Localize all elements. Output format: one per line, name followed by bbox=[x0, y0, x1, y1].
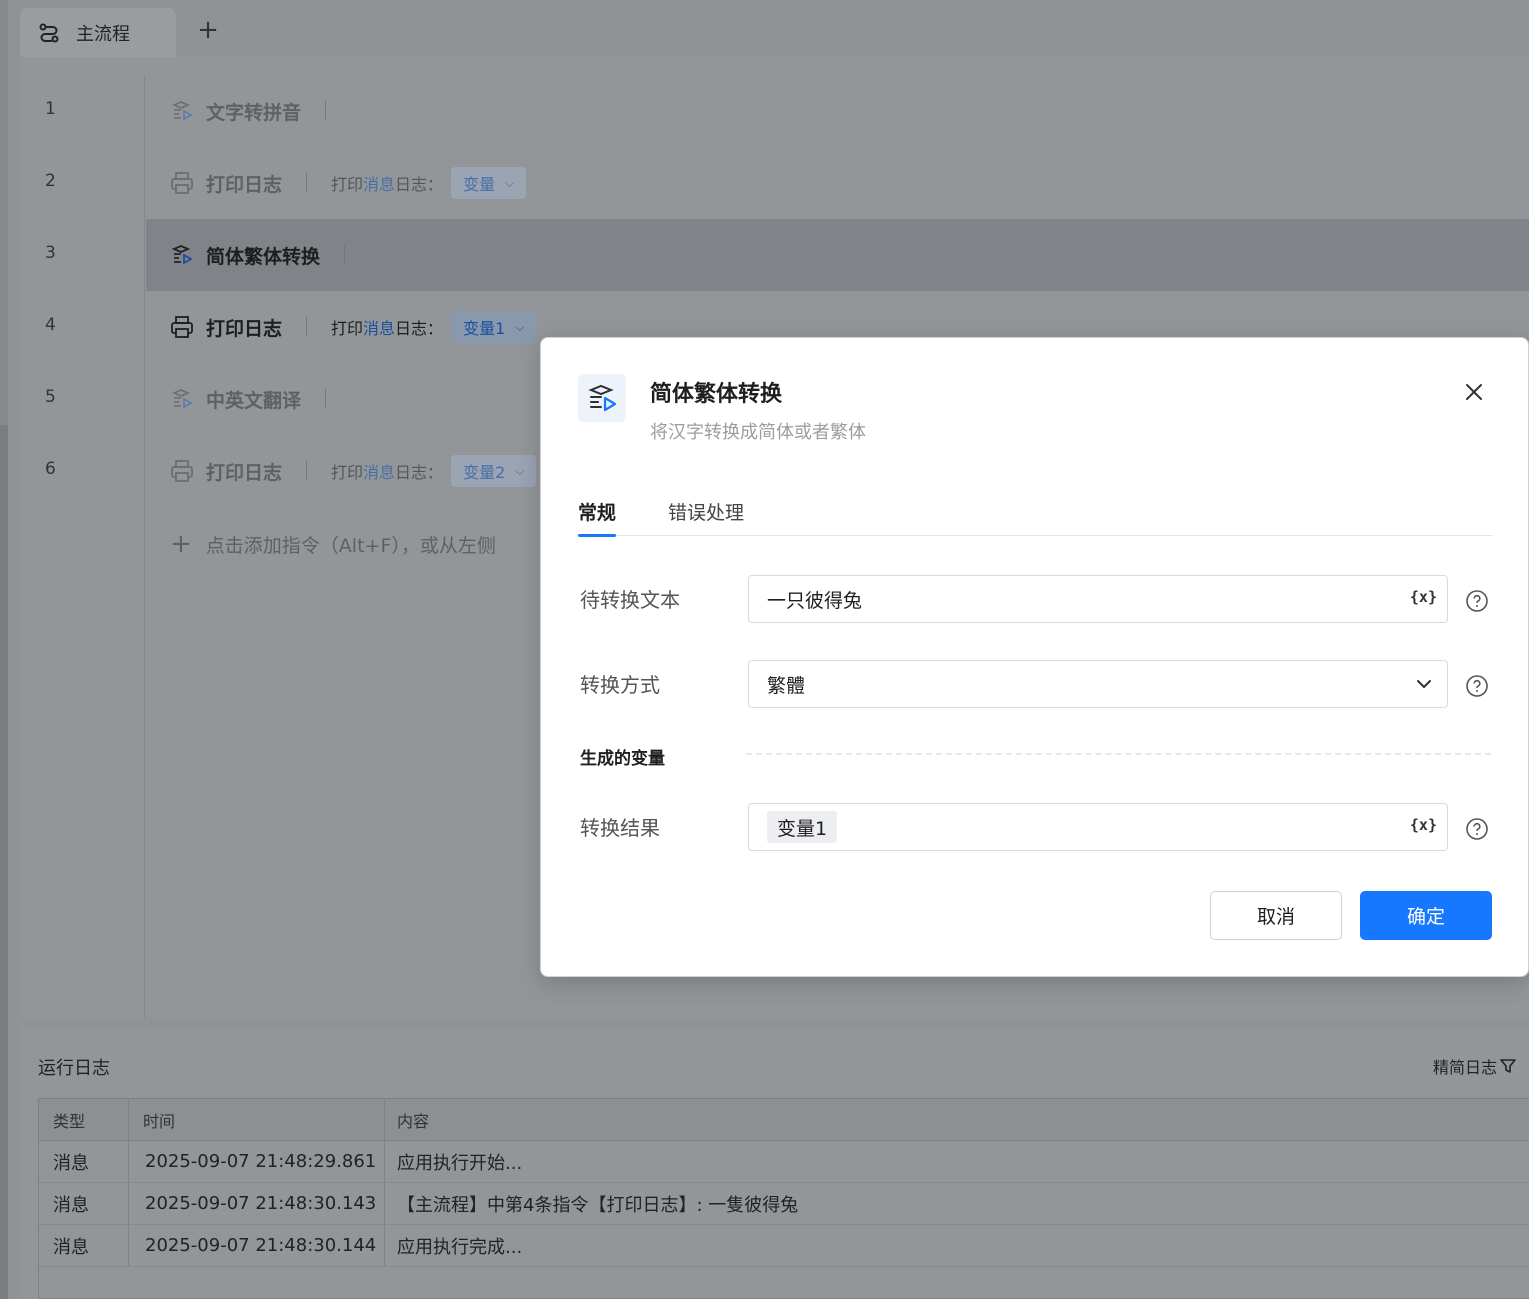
help-icon[interactable] bbox=[1465, 674, 1489, 698]
tab-bar: 主流程 + bbox=[8, 0, 1529, 58]
left-panel-edge bbox=[0, 0, 8, 1299]
command-row[interactable]: 文字转拼音 bbox=[146, 75, 1529, 147]
help-icon[interactable] bbox=[1465, 817, 1489, 841]
help-icon[interactable] bbox=[1465, 589, 1489, 613]
separator bbox=[325, 101, 327, 121]
log-type: 消息 bbox=[39, 1183, 129, 1224]
tab-label: 主流程 bbox=[76, 24, 130, 45]
log-time: 2025-09-07 21:48:29.861 bbox=[129, 1141, 385, 1182]
scrollbar-thumb[interactable] bbox=[0, 425, 8, 1299]
param-label: 打印 消息 日志： bbox=[331, 175, 444, 194]
tab-error-handling[interactable]: 错误处理 bbox=[668, 498, 744, 536]
dialog-title: 简体繁体转换 bbox=[650, 382, 783, 407]
col-time: 时间 bbox=[129, 1099, 385, 1140]
log-type: 消息 bbox=[39, 1141, 129, 1182]
variable-insert-button[interactable]: {x} bbox=[1410, 816, 1437, 834]
chevron-down-icon: ⌵ bbox=[515, 463, 525, 478]
add-command-hint[interactable]: + 点击添加指令（Alt+F），或从左侧 bbox=[170, 529, 496, 559]
close-icon[interactable] bbox=[1462, 380, 1486, 404]
table-row[interactable]: 消息 2025-09-07 21:48:29.861 应用执行开始... bbox=[39, 1141, 1529, 1183]
convert-icon bbox=[578, 374, 626, 422]
variable-insert-button[interactable]: {x} bbox=[1410, 588, 1437, 606]
generated-variables-heading: 生成的变量 bbox=[580, 749, 665, 769]
log-filter-label: 精简日志 bbox=[1432, 1058, 1497, 1077]
convert-icon bbox=[170, 99, 194, 123]
command-name: 中英文翻译 bbox=[206, 389, 302, 412]
simplified-log-toggle[interactable]: 精简日志 bbox=[1433, 1054, 1517, 1078]
convert-dialog: 简体繁体转换 将汉字转换成简体或者繁体 常规 错误处理 待转换文本 一只彼得兔 … bbox=[540, 337, 1529, 977]
log-table-header: 类型 时间 内容 bbox=[39, 1099, 1529, 1141]
convert-mode-label: 转换方式 bbox=[580, 673, 660, 697]
convert-mode-select[interactable]: 繁體 bbox=[748, 660, 1448, 708]
log-table: 类型 时间 内容 消息 2025-09-07 21:48:29.861 应用执行… bbox=[38, 1098, 1529, 1299]
command-name: 打印日志 bbox=[206, 173, 283, 196]
separator bbox=[306, 461, 308, 481]
separator bbox=[344, 245, 346, 265]
dialog-tabs: 常规 错误处理 bbox=[578, 498, 1493, 537]
line-number: 3 bbox=[45, 243, 56, 263]
command-row-selected[interactable]: 简体繁体转换 bbox=[146, 219, 1529, 291]
variable-chip[interactable]: 变量 ⌵ bbox=[451, 167, 527, 199]
variable-chip[interactable]: 变量1 ⌵ bbox=[451, 311, 537, 343]
variable-chip[interactable]: 变量2 ⌵ bbox=[451, 455, 537, 487]
source-text-label: 待转换文本 bbox=[580, 588, 680, 612]
command-name: 打印日志 bbox=[206, 461, 283, 484]
line-number: 6 bbox=[45, 459, 56, 479]
confirm-button[interactable]: 确定 bbox=[1360, 891, 1492, 940]
command-row[interactable]: 打印日志 打印 消息 日志： 变量 ⌵ bbox=[146, 147, 1529, 219]
log-type: 消息 bbox=[39, 1225, 129, 1266]
log-content: 应用执行开始... bbox=[397, 1152, 523, 1174]
printer-icon bbox=[170, 315, 194, 339]
separator bbox=[325, 389, 327, 409]
col-type: 类型 bbox=[39, 1099, 129, 1140]
result-variable-input[interactable]: 变量1 {x} bbox=[748, 803, 1448, 851]
line-number: 1 bbox=[45, 99, 56, 119]
flow-icon bbox=[39, 23, 59, 43]
variable-chip[interactable]: 变量1 bbox=[767, 811, 838, 843]
command-name: 文字转拼音 bbox=[206, 101, 302, 124]
col-content: 内容 bbox=[397, 1111, 430, 1131]
cancel-button[interactable]: 取消 bbox=[1210, 891, 1342, 940]
line-number: 5 bbox=[45, 387, 56, 407]
log-content: 【主流程】中第4条指令【打印日志】: 一隻彼得兔 bbox=[397, 1194, 799, 1216]
add-command-text: 点击添加指令（Alt+F），或从左侧 bbox=[205, 534, 496, 557]
plus-icon: + bbox=[170, 529, 192, 559]
convert-icon bbox=[170, 387, 194, 411]
dialog-subtitle: 将汉字转换成简体或者繁体 bbox=[650, 422, 866, 443]
add-tab-button[interactable]: + bbox=[194, 16, 222, 44]
tab-main-flow[interactable]: 主流程 bbox=[20, 8, 176, 58]
line-number: 2 bbox=[45, 171, 56, 191]
source-text-value: 一只彼得兔 bbox=[767, 589, 863, 612]
tab-general[interactable]: 常规 bbox=[578, 498, 617, 537]
result-label: 转换结果 bbox=[580, 816, 660, 840]
table-row[interactable]: 消息 2025-09-07 21:48:30.143 【主流程】中第4条指令【打… bbox=[39, 1183, 1529, 1225]
chevron-down-icon: ⌵ bbox=[505, 175, 515, 190]
separator bbox=[306, 317, 308, 337]
line-gutter bbox=[20, 75, 145, 1018]
printer-icon bbox=[170, 459, 194, 483]
run-log-panel: 运行日志 精简日志 类型 时间 内容 消息 2025-09-07 21:48:2… bbox=[20, 1028, 1529, 1299]
param-label: 打印 消息 日志： bbox=[331, 463, 444, 482]
convert-mode-value: 繁體 bbox=[767, 674, 806, 697]
convert-icon bbox=[170, 243, 194, 267]
log-time: 2025-09-07 21:48:30.143 bbox=[129, 1183, 385, 1224]
log-time: 2025-09-07 21:48:30.144 bbox=[129, 1225, 385, 1266]
log-title: 运行日志 bbox=[38, 1058, 110, 1079]
log-content: 应用执行完成... bbox=[397, 1236, 523, 1258]
chevron-down-icon: ⌵ bbox=[515, 319, 525, 334]
source-text-input[interactable]: 一只彼得兔 {x} bbox=[748, 575, 1448, 623]
filter-icon bbox=[1500, 1059, 1516, 1073]
separator bbox=[306, 173, 308, 193]
divider bbox=[746, 753, 1491, 755]
chevron-down-icon bbox=[1417, 680, 1431, 688]
param-label: 打印 消息 日志： bbox=[331, 319, 444, 338]
command-name: 简体繁体转换 bbox=[206, 245, 321, 268]
line-number: 4 bbox=[45, 315, 56, 335]
command-name: 打印日志 bbox=[206, 317, 283, 340]
printer-icon bbox=[170, 171, 194, 195]
table-row[interactable]: 消息 2025-09-07 21:48:30.144 应用执行完成... bbox=[39, 1225, 1529, 1267]
